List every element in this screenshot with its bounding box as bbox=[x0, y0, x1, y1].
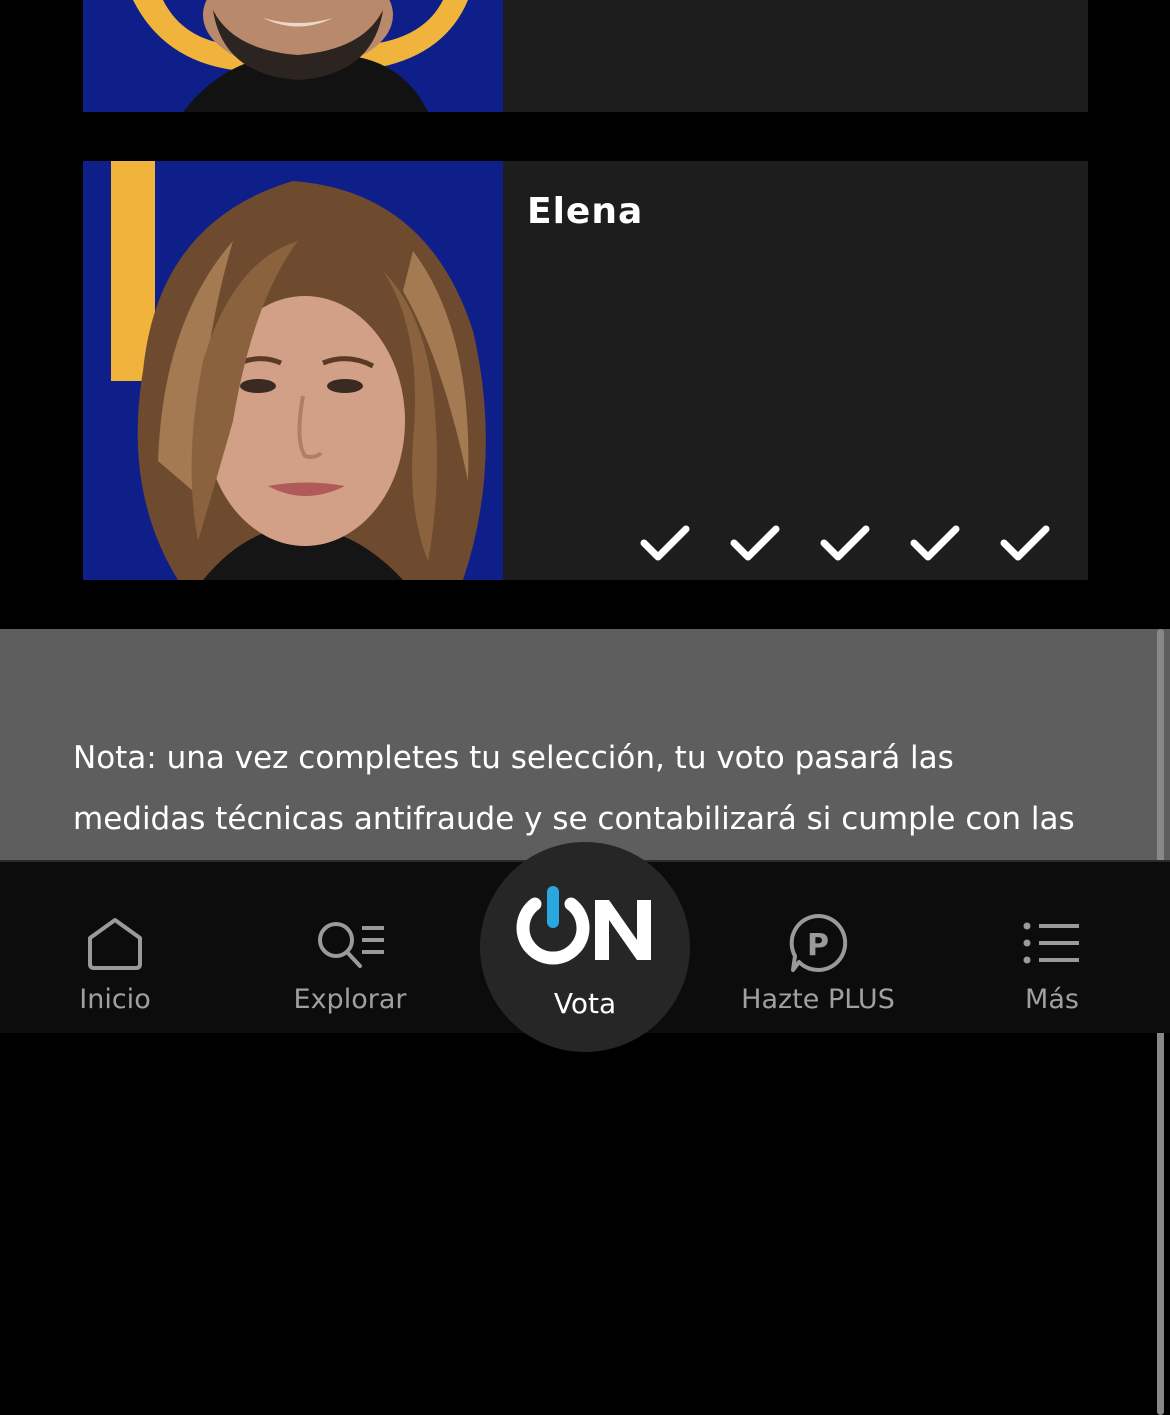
nav-item-mas[interactable]: Más bbox=[962, 910, 1142, 1015]
nav-item-hazte-plus[interactable]: P Hazte PLUS bbox=[728, 910, 908, 1015]
note-line-1: Nota: una vez completes tu selección, tu… bbox=[73, 740, 954, 776]
candidate-card-previous[interactable] bbox=[83, 0, 1088, 112]
checkmark-icon[interactable] bbox=[728, 521, 782, 565]
candidate-photo-previous bbox=[83, 0, 503, 112]
nav-label: Más bbox=[1025, 984, 1079, 1015]
nav-label: Vota bbox=[553, 987, 617, 1020]
svg-text:P: P bbox=[807, 928, 829, 963]
note-section: Nota: una vez completes tu selección, tu… bbox=[0, 629, 1170, 1415]
checkmark-icon[interactable] bbox=[818, 521, 872, 565]
checkmark-icon[interactable] bbox=[998, 521, 1052, 565]
nav-label: Inicio bbox=[79, 984, 151, 1015]
plus-p-icon: P bbox=[789, 913, 848, 972]
checkmark-icon[interactable] bbox=[638, 521, 692, 565]
home-icon bbox=[88, 918, 142, 970]
candidate-photo-elena bbox=[83, 161, 503, 580]
nav-item-vota[interactable]: Vota bbox=[480, 842, 690, 1052]
candidate-portrait-image bbox=[83, 161, 503, 580]
candidate-portrait-image bbox=[83, 0, 503, 112]
note-text: Nota: una vez completes tu selección, tu… bbox=[73, 728, 1133, 850]
checkmark-icon[interactable] bbox=[908, 521, 962, 565]
candidate-card-elena[interactable]: Elena bbox=[83, 161, 1088, 580]
nav-label: Hazte PLUS bbox=[741, 984, 895, 1015]
nav-item-explorar[interactable]: Explorar bbox=[260, 910, 440, 1015]
nav-item-inicio[interactable]: Inicio bbox=[25, 910, 205, 1015]
nav-label: Explorar bbox=[293, 984, 407, 1015]
menu-icon bbox=[1023, 922, 1079, 964]
vote-checks bbox=[638, 521, 1052, 565]
note-line-2: medidas técnicas antifraude y se contabi… bbox=[73, 801, 1075, 837]
search-list-icon bbox=[318, 922, 384, 968]
on-logo-icon bbox=[516, 886, 651, 965]
candidate-name: Elena bbox=[527, 191, 644, 232]
